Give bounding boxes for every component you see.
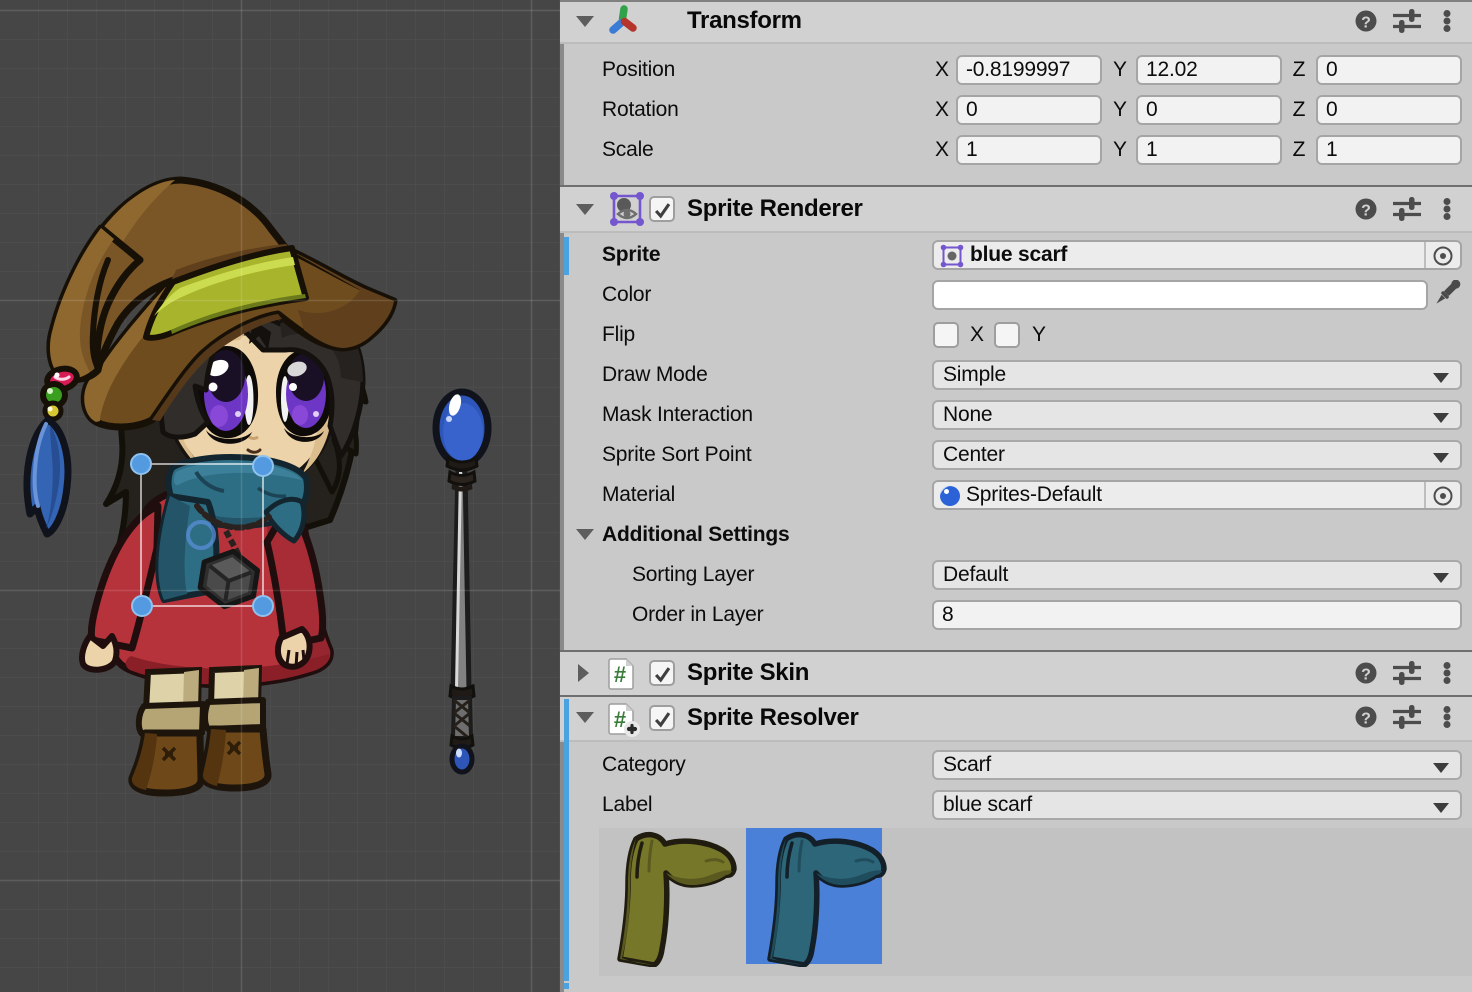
svg-text:?: ?: [1361, 203, 1371, 220]
svg-text:?: ?: [1361, 667, 1371, 684]
svg-text:?: ?: [1361, 15, 1371, 32]
svg-text:?: ?: [1361, 711, 1371, 728]
svg-text:#: #: [614, 662, 626, 687]
